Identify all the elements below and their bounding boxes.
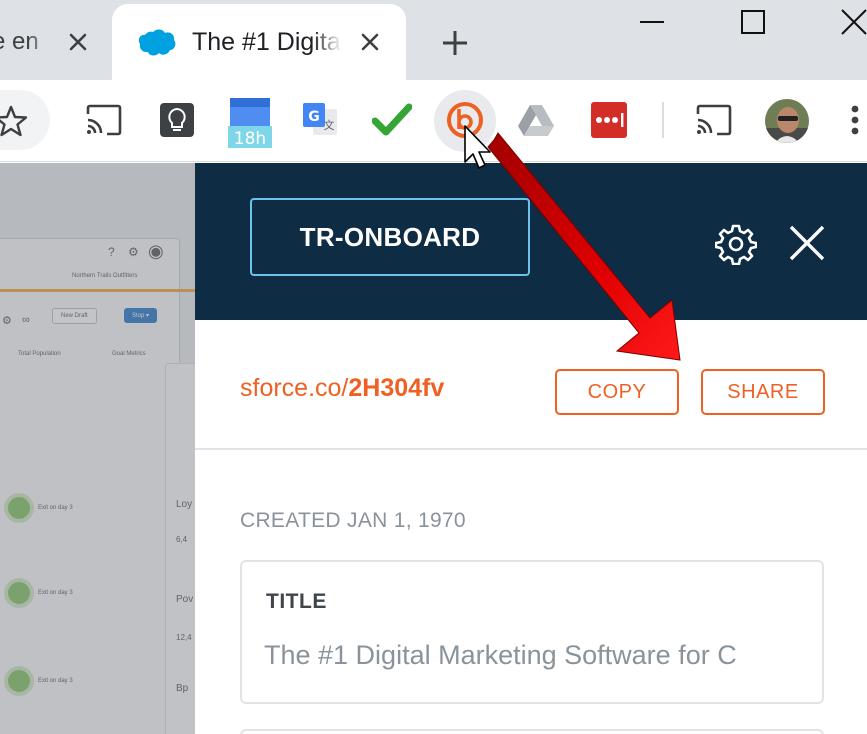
cast-icon[interactable] — [694, 100, 734, 140]
browser-toolbar: 18h G文 — [0, 80, 867, 162]
short-link-row: sforce.co/2H304fv COPY SHARE — [195, 320, 867, 450]
more-menu-icon[interactable] — [840, 100, 867, 140]
svg-text:G: G — [308, 109, 320, 125]
title-value[interactable]: The #1 Digital Marketing Software for C — [264, 640, 737, 671]
created-date: CREATED JAN 1, 1970 — [240, 509, 466, 532]
close-panel-icon[interactable] — [787, 223, 827, 263]
minimize-icon[interactable] — [632, 4, 672, 40]
maximize-icon[interactable] — [733, 4, 773, 40]
modal-dim-overlay — [0, 163, 196, 734]
tab-active[interactable]: The #1 Digital — [112, 4, 406, 80]
title-label: TITLE — [266, 590, 327, 613]
new-tab-plus-icon[interactable] — [440, 28, 470, 58]
google-drive-icon[interactable] — [516, 100, 556, 140]
calendar-badge: 18h — [234, 129, 266, 149]
short-link[interactable]: sforce.co/2H304fv — [240, 374, 444, 403]
calendar-icon[interactable]: 18h — [226, 96, 274, 150]
title-field[interactable]: TITLE The #1 Digital Marketing Software … — [240, 560, 824, 704]
omnibox[interactable] — [0, 90, 50, 150]
google-translate-icon[interactable]: G文 — [300, 100, 340, 140]
screenshot-root: e en The #1 Digital — [0, 0, 867, 734]
background-page: ? ⚙ ◉ Northern Trails Outfitters ⚙ ∞ New… — [0, 163, 196, 734]
bitly-panel: TR-ONBOARD sforce.co/2H304fv COPY SHARE … — [195, 163, 867, 734]
tab-close-icon[interactable] — [64, 28, 92, 56]
avatar[interactable] — [764, 98, 810, 144]
tab-active-title: The #1 Digital — [192, 28, 342, 56]
brand-tag-button[interactable]: TR-ONBOARD — [250, 198, 530, 276]
svg-text:文: 文 — [324, 118, 335, 132]
tab-previous[interactable]: e en — [0, 14, 108, 70]
short-link-path: 2H304fv — [348, 374, 445, 402]
lastpass-icon[interactable] — [589, 100, 629, 140]
tab-close-icon[interactable] — [356, 28, 384, 56]
share-button[interactable]: SHARE — [701, 369, 825, 415]
checkmark-icon[interactable] — [372, 100, 412, 140]
tab-previous-title: e en — [0, 28, 39, 55]
lightbulb-icon[interactable] — [157, 100, 197, 140]
next-field-card — [240, 729, 824, 734]
settings-gear-icon[interactable] — [714, 223, 758, 266]
bitly-icon[interactable] — [445, 100, 485, 140]
window-close-icon[interactable] — [834, 4, 867, 40]
cast-icon[interactable] — [84, 100, 124, 140]
toolbar-separator — [662, 102, 664, 138]
short-link-domain: sforce.co/ — [240, 374, 349, 402]
panel-header: TR-ONBOARD — [195, 163, 867, 320]
bookmark-star-icon[interactable] — [0, 104, 28, 143]
copy-button[interactable]: COPY — [555, 369, 679, 415]
tab-strip: e en The #1 Digital — [0, 0, 867, 80]
salesforce-cloud-icon — [138, 28, 176, 63]
